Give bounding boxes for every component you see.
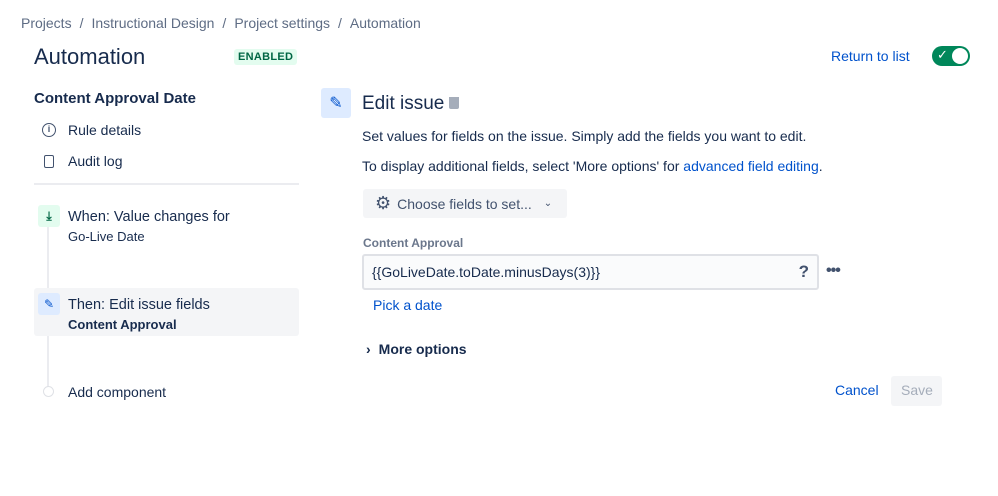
editor-description: Set values for fields on the issue. Simp… [362, 128, 807, 144]
component-action-text[interactable]: Then: Edit issue fields Content Approval [68, 297, 210, 332]
pick-a-date-link[interactable]: Pick a date [373, 297, 442, 313]
pencil-icon: ✎ [321, 88, 351, 118]
dropdown-label: Choose fields to set... [397, 195, 532, 212]
more-options-toggle[interactable]: › More options [366, 341, 467, 357]
toggle-knob [952, 48, 968, 64]
component-subtitle: Content Approval [68, 317, 177, 332]
add-component-circle-icon [43, 386, 54, 397]
component-trigger[interactable]: ⤓ [38, 205, 60, 227]
trigger-icon: ⤓ [38, 205, 60, 227]
trash-icon[interactable] [449, 97, 459, 109]
text: . [818, 158, 823, 174]
document-icon [44, 154, 54, 168]
menu-label: Rule details [68, 122, 142, 138]
breadcrumb-separator: / [338, 15, 342, 31]
chevron-down-icon: ⌄ [543, 198, 553, 209]
add-component-button[interactable]: Add component [68, 384, 166, 400]
gear-icon: ⚙ [375, 193, 392, 213]
advanced-field-editing-link[interactable]: advanced field editing [683, 158, 818, 174]
check-icon: ✓ [937, 47, 948, 62]
editor-description-2: To display additional fields, select 'Mo… [362, 158, 823, 174]
breadcrumb-project-settings[interactable]: Project settings [234, 15, 330, 31]
component-title: Then: Edit issue fields [68, 297, 210, 313]
menu-rule-details[interactable]: i Rule details [42, 122, 141, 138]
chevron-right-icon: › [366, 341, 371, 357]
breadcrumb-automation[interactable]: Automation [350, 15, 421, 31]
choose-fields-dropdown[interactable]: ⚙ Choose fields to set... ⌄ [363, 189, 567, 218]
status-badge: ENABLED [234, 49, 298, 65]
breadcrumb-separator: / [79, 15, 84, 31]
breadcrumb-separator: / [222, 15, 227, 31]
info-icon: i [42, 123, 56, 137]
rule-enabled-toggle[interactable]: ✓ [932, 46, 970, 66]
divider [34, 183, 299, 185]
save-button[interactable]: Save [891, 376, 942, 406]
breadcrumb-instructional-design[interactable]: Instructional Design [91, 15, 214, 31]
component-trigger-text[interactable]: When: Value changes for Go-Live Date [68, 209, 230, 244]
content-approval-input[interactable]: {{GoLiveDate.toDate.minusDays(3)}} ? [362, 254, 819, 290]
editor-title: Edit issue [362, 93, 445, 114]
return-to-list-link[interactable]: Return to list [831, 48, 910, 64]
breadcrumb: Projects / Instructional Design / Project … [21, 15, 421, 31]
field-label: Content Approval [363, 236, 464, 250]
rule-name: Content Approval Date [34, 90, 196, 107]
component-title: When: Value changes for [68, 209, 230, 225]
page-title: Automation [34, 44, 146, 69]
text: To display additional fields, select 'Mo… [362, 158, 684, 174]
breadcrumb-projects[interactable]: Projects [21, 15, 72, 31]
input-value: {{GoLiveDate.toDate.minusDays(3)}} [372, 264, 601, 280]
help-icon[interactable]: ? [799, 262, 809, 282]
component-subtitle: Go-Live Date [68, 229, 145, 244]
menu-audit-log[interactable]: Audit log [42, 153, 122, 169]
more-actions-icon[interactable]: ••• [826, 262, 841, 280]
cancel-button[interactable]: Cancel [825, 376, 889, 404]
menu-label: Audit log [68, 153, 123, 169]
more-options-label: More options [378, 341, 467, 357]
pencil-icon: ✎ [38, 293, 60, 315]
